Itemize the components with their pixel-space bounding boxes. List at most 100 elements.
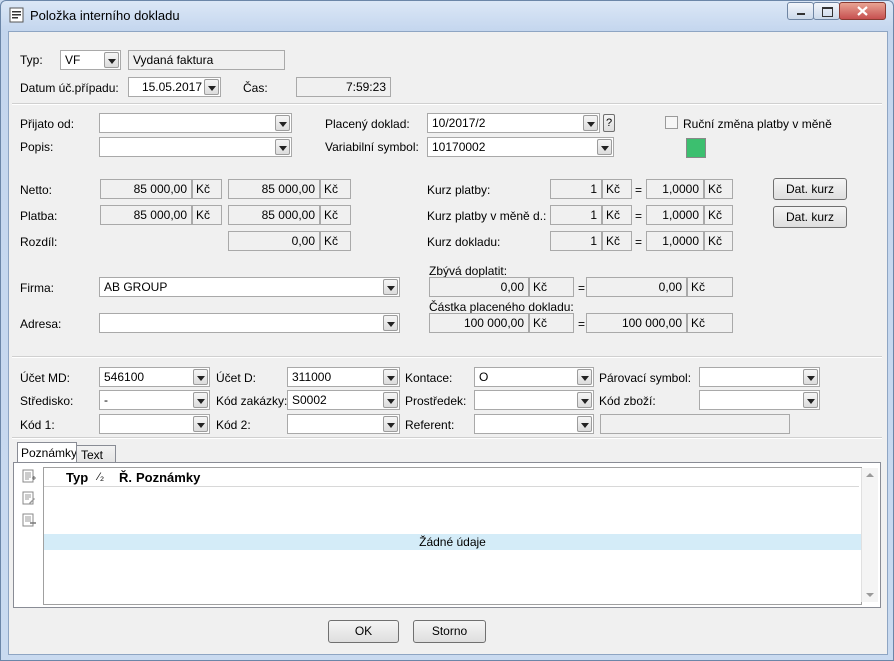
datum-field[interactable]: 15.05.2017: [128, 77, 221, 97]
adresa-combo[interactable]: [99, 313, 400, 333]
chevron-down-icon[interactable]: [383, 369, 398, 385]
typ-combo[interactable]: VF: [60, 50, 121, 70]
currency-label: Kč: [529, 313, 574, 333]
castka-field-1: 100 000,00: [429, 313, 529, 333]
chevron-down-icon[interactable]: [577, 369, 592, 385]
minimize-button[interactable]: [787, 2, 814, 20]
column-fraction[interactable]: ⁄₂: [98, 471, 104, 483]
ucet-d-label: Účet D:: [216, 371, 257, 385]
chevron-down-icon[interactable]: [204, 79, 219, 95]
rucni-label: Ruční změna platby v měně: [683, 117, 832, 131]
chevron-down-icon[interactable]: [383, 416, 398, 432]
chevron-down-icon[interactable]: [583, 115, 598, 131]
prijato-combo[interactable]: [99, 113, 292, 133]
typ-name-field: Vydaná faktura: [128, 50, 285, 70]
empty-text: Žádné údaje: [419, 535, 486, 549]
chevron-down-icon[interactable]: [275, 115, 290, 131]
chevron-down-icon[interactable]: [577, 416, 592, 432]
stredisko-value: -: [104, 393, 108, 407]
column-poznamky[interactable]: Poznámky: [136, 470, 200, 485]
kurz-dokladu-label: Kurz dokladu:: [427, 235, 501, 249]
chevron-down-icon[interactable]: [597, 139, 612, 155]
firma-value: AB GROUP: [104, 280, 168, 294]
tab-poznamky[interactable]: Poznámky: [17, 442, 77, 463]
maximize-button[interactable]: [813, 2, 840, 20]
chevron-down-icon[interactable]: [803, 369, 818, 385]
cas-field: 7:59:23: [296, 77, 391, 97]
close-button[interactable]: [839, 2, 886, 20]
kod-zakazky-combo[interactable]: S0002: [287, 390, 400, 410]
column-typ[interactable]: Typ: [66, 470, 88, 485]
ucet-md-value: 546100: [104, 370, 145, 384]
kontace-value: O: [479, 370, 489, 384]
cancel-button[interactable]: Storno: [413, 620, 486, 643]
currency-label: Kč: [320, 205, 351, 225]
kod1-combo[interactable]: [99, 414, 210, 434]
kod-zbozi-combo[interactable]: [699, 390, 820, 410]
currency-label: Kč: [320, 231, 351, 251]
chevron-down-icon[interactable]: [193, 392, 208, 408]
delete-note-icon[interactable]: [22, 513, 36, 527]
popis-combo[interactable]: [99, 137, 292, 157]
minimize-icon: [797, 13, 805, 15]
chevron-down-icon[interactable]: [275, 139, 290, 155]
vertical-scrollbar[interactable]: [861, 468, 878, 602]
equals-sign: =: [578, 317, 586, 331]
placeny-combo[interactable]: 10/2017/2: [427, 113, 600, 133]
kod2-combo[interactable]: [287, 414, 400, 434]
tab-text[interactable]: Text: [76, 445, 116, 463]
currency-label: Kč: [704, 231, 733, 251]
tab-text-label: Text: [81, 448, 104, 462]
ucet-d-combo[interactable]: 311000: [287, 367, 400, 387]
chevron-down-icon[interactable]: [383, 392, 398, 408]
help-button[interactable]: ?: [603, 114, 615, 132]
kurz-mena-label: Kurz platby v měně d.:: [427, 209, 547, 223]
ucet-md-combo[interactable]: 546100: [99, 367, 210, 387]
currency-label: Kč: [602, 179, 632, 199]
platba-field-2: 85 000,00: [228, 205, 320, 225]
stredisko-combo[interactable]: -: [99, 390, 210, 410]
platba-field-1: 85 000,00: [100, 205, 192, 225]
ok-button[interactable]: OK: [328, 620, 399, 643]
firma-combo[interactable]: AB GROUP: [99, 277, 400, 297]
add-note-icon[interactable]: [22, 469, 36, 483]
currency-label: Kč: [192, 205, 222, 225]
chevron-down-icon[interactable]: [193, 369, 208, 385]
scroll-down-icon[interactable]: [866, 593, 874, 597]
netto-label: Netto:: [20, 183, 53, 197]
placeny-value: 10/2017/2: [432, 116, 486, 130]
platba-label: Platba:: [20, 209, 58, 223]
chevron-down-icon[interactable]: [104, 52, 119, 68]
netto-field-1: 85 000,00: [100, 179, 192, 199]
tab-poznamky-label: Poznámky: [21, 446, 78, 460]
scroll-up-icon[interactable]: [866, 473, 874, 477]
kod1-label: Kód 1:: [20, 418, 55, 432]
currency-label: Kč: [704, 205, 733, 225]
chevron-down-icon[interactable]: [803, 392, 818, 408]
chevron-down-icon[interactable]: [577, 392, 592, 408]
equals-sign: =: [635, 209, 643, 223]
column-radek[interactable]: Ř.: [119, 470, 132, 485]
edit-note-icon[interactable]: [22, 491, 36, 505]
status-indicator: [686, 138, 706, 158]
datum-value: 15.05.2017: [141, 80, 202, 94]
chevron-down-icon[interactable]: [383, 315, 398, 331]
notes-grid[interactable]: Typ ⁄₂ Ř. Poznámky Žádné údaje: [43, 467, 878, 605]
dialog-client: Typ: VF Vydaná faktura Datum úč.případu:…: [8, 31, 888, 655]
placeny-label: Placený doklad:: [325, 117, 410, 131]
close-icon: [857, 6, 868, 16]
rucni-checkbox[interactable]: [665, 116, 678, 129]
kontace-combo[interactable]: O: [474, 367, 594, 387]
chevron-down-icon[interactable]: [193, 416, 208, 432]
variabilni-combo[interactable]: 10170002: [427, 137, 614, 157]
prostredek-combo[interactable]: [474, 390, 594, 410]
currency-label: Kč: [602, 205, 632, 225]
currency-label: Kč: [687, 277, 733, 297]
kod2-label: Kód 2:: [216, 418, 251, 432]
dat-kurz-button[interactable]: Dat. kurz: [773, 206, 847, 228]
castka-label: Částka placeného dokladu:: [429, 300, 574, 314]
parovaci-combo[interactable]: [699, 367, 820, 387]
referent-combo[interactable]: [474, 414, 594, 434]
chevron-down-icon[interactable]: [383, 279, 398, 295]
dat-kurz-button[interactable]: Dat. kurz: [773, 178, 847, 200]
